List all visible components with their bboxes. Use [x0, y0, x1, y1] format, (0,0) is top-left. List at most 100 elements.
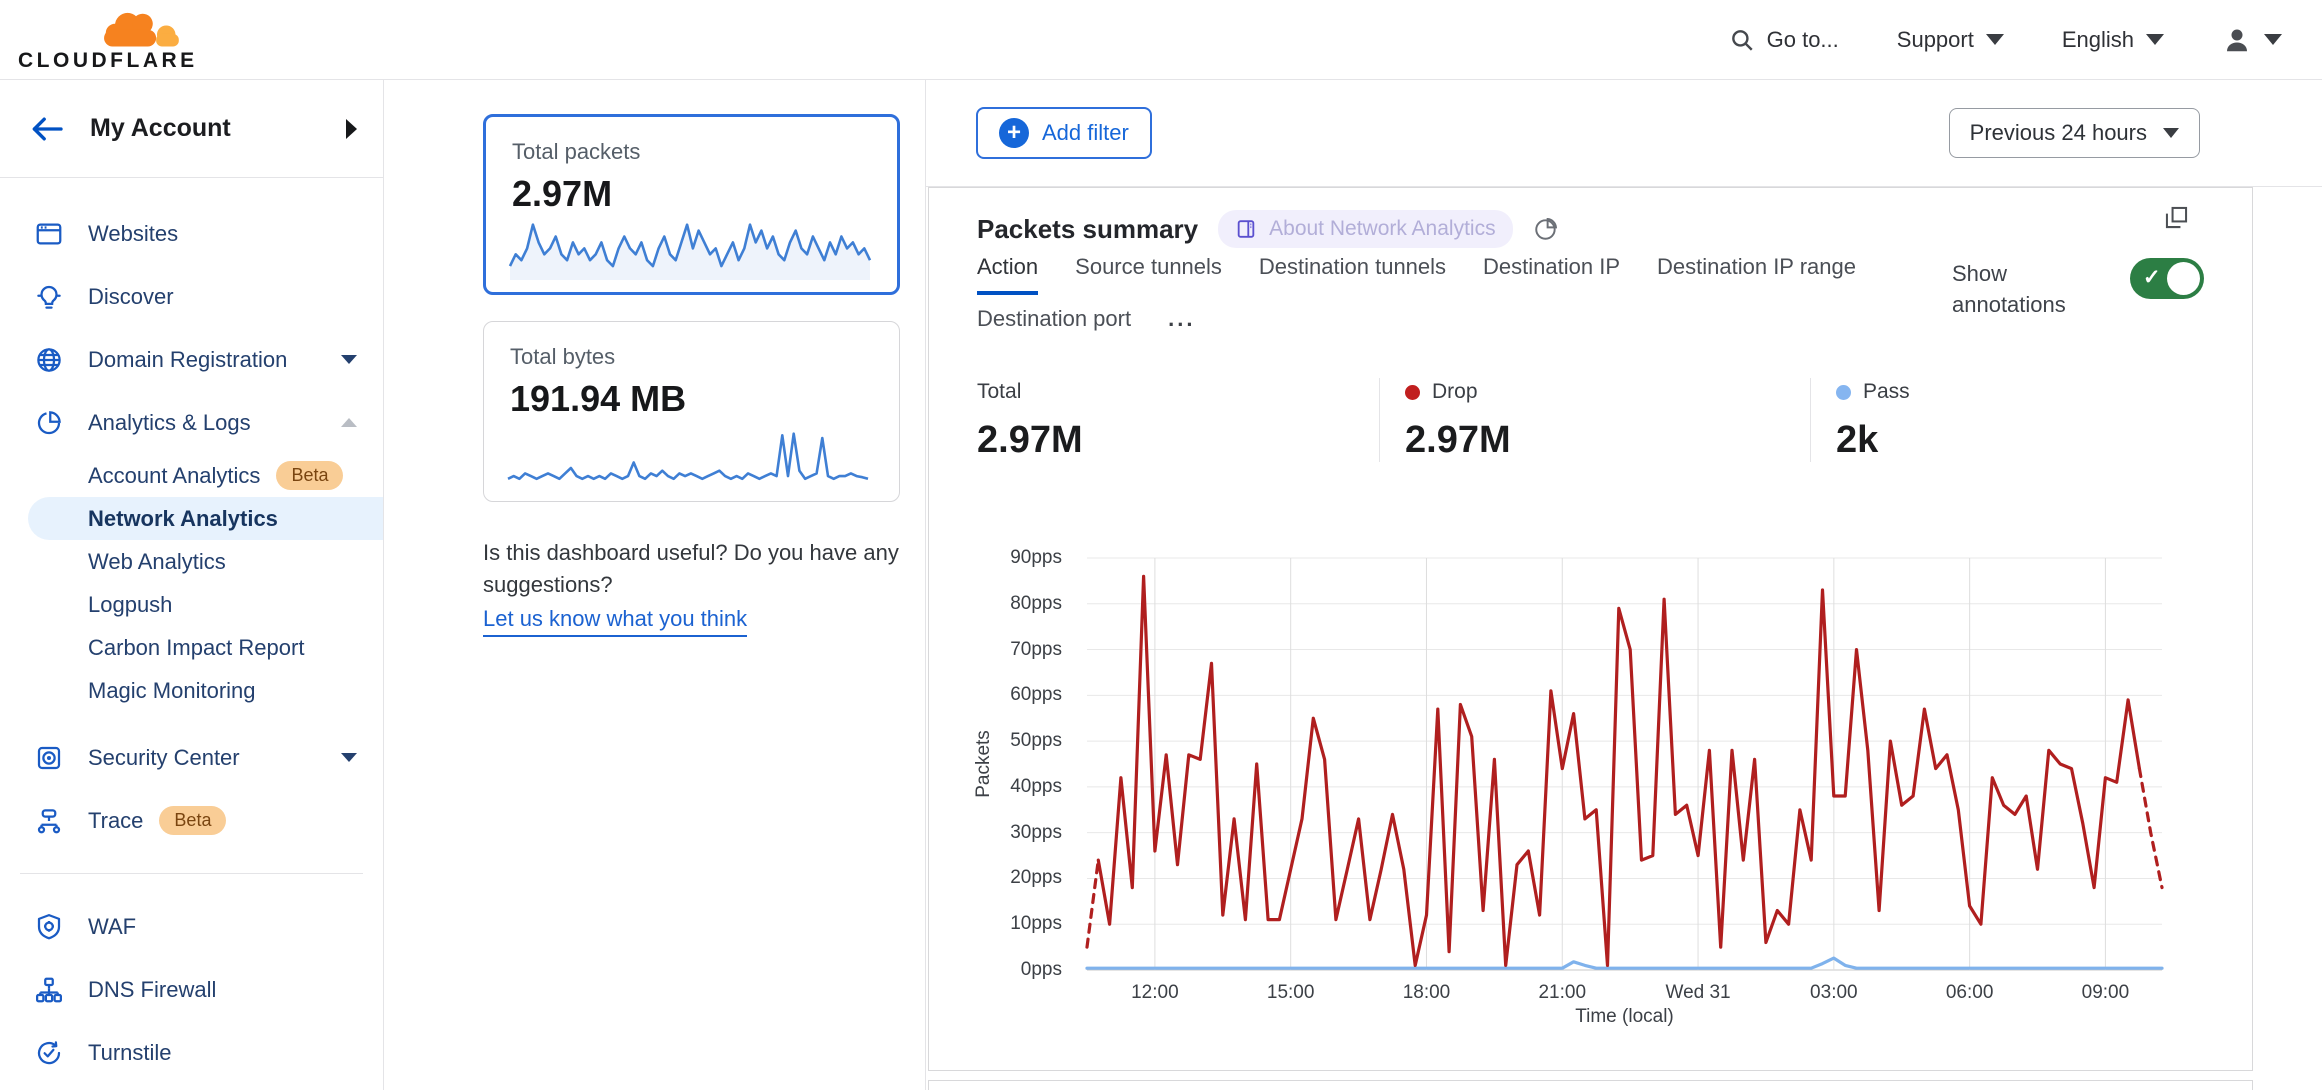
packets-chart: Packets 0pps10pps20pps30pps40pps50pps60p… — [929, 538, 2252, 1050]
shield-gear-icon — [32, 912, 66, 942]
stat-value: 2.97M — [1405, 419, 1810, 462]
line-chart-svg — [1087, 558, 2162, 970]
add-filter-button[interactable]: + Add filter — [976, 107, 1152, 159]
search-icon — [1729, 27, 1755, 53]
feedback-question: Is this dashboard useful? Do you have an… — [483, 537, 945, 601]
tab-source-tunnels[interactable]: Source tunnels — [1075, 252, 1222, 282]
tab-destination-ip-range[interactable]: Destination IP range — [1657, 252, 1856, 282]
time-range-label: Previous 24 hours — [1970, 120, 2147, 146]
stat-label: Total — [977, 380, 1379, 404]
sidebar-item-security-center[interactable]: Security Center — [0, 726, 383, 789]
user-icon — [2222, 25, 2252, 55]
total-packets-card[interactable]: Total packets 2.97M — [483, 114, 900, 295]
expand-panel-icon[interactable] — [2163, 204, 2190, 231]
total-packets-sparkline — [510, 218, 870, 280]
support-menu[interactable]: Support — [1897, 27, 2004, 53]
sidebar-item-dns-firewall[interactable]: DNS Firewall — [0, 958, 383, 1021]
check-icon: ✓ — [2143, 265, 2161, 290]
tab-destination-ip[interactable]: Destination IP — [1483, 252, 1620, 282]
sidebar-item-turnstile[interactable]: Turnstile — [0, 1021, 383, 1084]
next-panel-edge — [928, 1080, 2253, 1090]
beta-badge: Beta — [276, 461, 343, 490]
cloudflare-cloud-icon — [91, 7, 186, 49]
plus-icon: + — [999, 118, 1029, 148]
book-icon — [1235, 218, 1257, 240]
sidebar-subitem-magic-monitoring[interactable]: Magic Monitoring — [0, 669, 383, 712]
stat-drop: Drop 2.97M — [1379, 378, 1810, 462]
show-annotations-label: Show annotations — [1952, 258, 2092, 320]
chevron-down-icon — [2264, 34, 2282, 45]
annotations-control: Show annotations ✓ — [1952, 258, 2204, 320]
card-value: 2.97M — [512, 173, 871, 215]
time-range-dropdown[interactable]: Previous 24 hours — [1949, 108, 2200, 158]
pie-chart-toggle-icon[interactable] — [1533, 216, 1559, 242]
sidebar-subitem-label: Carbon Impact Report — [88, 635, 304, 661]
account-title: My Account — [90, 114, 231, 143]
more-tabs-button[interactable]: ... — [1168, 304, 1195, 334]
lightbulb-icon — [32, 282, 66, 312]
vault-icon — [32, 743, 66, 773]
chevron-down-icon — [341, 355, 357, 364]
sidebar-subitem-carbon-impact-report[interactable]: Carbon Impact Report — [0, 626, 383, 669]
stat-value: 2.97M — [977, 419, 1379, 462]
goto-search[interactable]: Go to... — [1729, 27, 1839, 53]
account-header[interactable]: My Account — [0, 80, 383, 178]
sidebar-subitem-web-analytics[interactable]: Web Analytics — [0, 540, 383, 583]
sidebar-subitem-account-analytics[interactable]: Account Analytics Beta — [0, 454, 383, 497]
tab-destination-port[interactable]: Destination port — [977, 304, 1131, 334]
sidebar-subitem-logpush[interactable]: Logpush — [0, 583, 383, 626]
packets-summary-panel: Packets summary About Network Analytics — [928, 187, 2253, 1071]
show-annotations-toggle[interactable]: ✓ — [2130, 258, 2204, 299]
pass-legend-dot — [1836, 385, 1851, 400]
add-filter-label: Add filter — [1042, 120, 1129, 146]
main-content: + Add filter Previous 24 hours Packets s… — [925, 80, 2322, 1090]
sidebar-item-trace[interactable]: Trace Beta — [0, 789, 383, 852]
drop-legend-dot — [1405, 385, 1420, 400]
tab-destination-tunnels[interactable]: Destination tunnels — [1259, 252, 1446, 282]
sidebar-item-discover[interactable]: Discover — [0, 265, 383, 328]
x-axis-title: Time (local) — [1087, 1006, 2162, 1028]
sidebar-divider — [20, 873, 363, 874]
stat-label: Pass — [1836, 380, 2204, 404]
sidebar: My Account Websites — [0, 80, 384, 1090]
chevron-right-icon[interactable] — [346, 119, 357, 139]
filter-toolbar: + Add filter Previous 24 hours — [926, 80, 2322, 187]
sidebar-item-analytics-logs[interactable]: Analytics & Logs — [0, 391, 383, 454]
language-menu[interactable]: English — [2062, 27, 2164, 53]
hierarchy-icon — [32, 975, 66, 1005]
trace-tree-icon — [32, 806, 66, 836]
sidebar-subitem-label: Network Analytics — [88, 506, 278, 532]
sidebar-item-websites[interactable]: Websites — [0, 202, 383, 265]
sidebar-item-label: Turnstile — [88, 1040, 172, 1066]
brand-text: CLOUDFLARE — [18, 49, 190, 73]
sidebar-item-waf[interactable]: WAF — [0, 895, 383, 958]
tab-action[interactable]: Action — [977, 252, 1038, 282]
badge-label: About Network Analytics — [1269, 217, 1495, 241]
chevron-down-icon — [2146, 34, 2164, 45]
sidebar-subitem-label: Logpush — [88, 592, 172, 618]
cloudflare-dashboard: CLOUDFLARE Go to... Support English — [0, 0, 2322, 1090]
sidebar-item-label: Analytics & Logs — [88, 410, 251, 436]
support-label: Support — [1897, 27, 1974, 53]
account-menu[interactable] — [2222, 25, 2282, 55]
back-arrow-icon[interactable] — [30, 115, 64, 143]
sidebar-subitem-network-analytics[interactable]: Network Analytics — [28, 497, 383, 540]
panel-title: Packets summary — [977, 214, 1198, 245]
chevron-down-icon — [2163, 128, 2179, 138]
dimension-tabs: Action Source tunnels Destination tunnel… — [977, 252, 1977, 334]
total-bytes-sparkline — [508, 427, 868, 489]
sidebar-item-label: Websites — [88, 221, 178, 247]
sidebar-subitem-label: Web Analytics — [88, 549, 226, 575]
sidebar-item-label: Security Center — [88, 745, 240, 771]
sidebar-item-domain-registration[interactable]: Domain Registration — [0, 328, 383, 391]
summary-cards-column: Total packets 2.97M Total bytes 191.94 M… — [384, 80, 925, 1090]
about-network-analytics-badge[interactable]: About Network Analytics — [1218, 210, 1512, 248]
card-title: Total bytes — [510, 344, 873, 370]
stats-row: Total 2.97M Drop 2.97M Pass 2k — [977, 378, 2204, 462]
total-bytes-card[interactable]: Total bytes 191.94 MB — [483, 321, 900, 502]
sidebar-subitem-label: Account Analytics — [88, 463, 260, 489]
cloudflare-logo[interactable]: CLOUDFLARE — [18, 7, 190, 73]
sidebar-item-label: WAF — [88, 914, 136, 940]
feedback-link[interactable]: Let us know what you think — [483, 603, 747, 637]
top-bar-controls: Go to... Support English — [1729, 25, 2282, 55]
